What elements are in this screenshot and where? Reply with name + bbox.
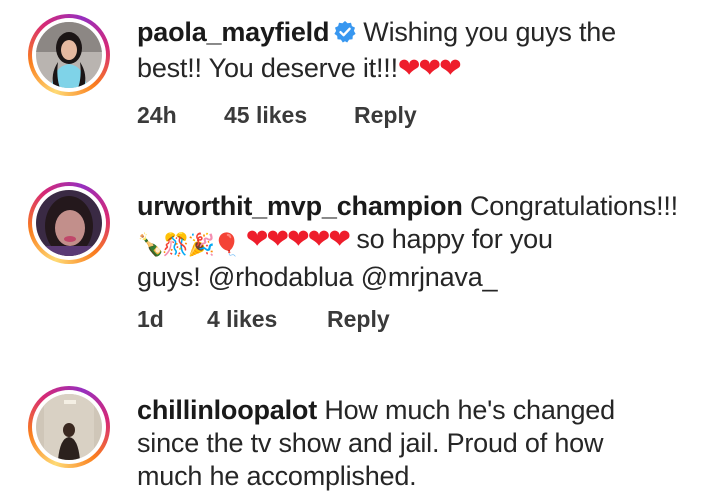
comment-text: Congratulations!!!: [469, 191, 678, 221]
comment-text: since the tv show and jail. Proud of how: [137, 428, 604, 458]
comment-body: urworthit_mvp_champion Congratulations!!…: [137, 190, 697, 294]
hearts-emoji: ❤❤❤❤❤: [245, 224, 351, 254]
comment-username[interactable]: paola_mayfield: [137, 17, 329, 47]
comment-text: guys!: [137, 262, 201, 292]
mention-link[interactable]: @rhodablua: [208, 262, 354, 292]
comment-text: How much he's changed: [324, 395, 615, 425]
comment-text: so happy for you: [356, 224, 553, 254]
comment-likes[interactable]: 4 likes: [207, 306, 277, 333]
comment-username[interactable]: urworthit_mvp_champion: [137, 191, 463, 221]
avatar-photo: [36, 394, 102, 460]
hearts-emoji: ❤❤❤: [397, 53, 462, 83]
comment-body: chillinloopalot How much he's changed si…: [137, 394, 697, 493]
comment-body: paola_mayfield Wishing you guys the best!…: [137, 16, 697, 85]
mention-link[interactable]: @mrjnava_: [361, 262, 498, 292]
avatar[interactable]: [28, 182, 110, 264]
avatar-photo: [36, 22, 102, 88]
avatar[interactable]: [28, 14, 110, 96]
avatar-photo: [36, 190, 102, 256]
comment-text: Wishing you guys the: [363, 17, 616, 47]
comment-likes[interactable]: 45 likes: [224, 102, 307, 129]
comment-time: 24h: [137, 102, 177, 128]
avatar[interactable]: [28, 386, 110, 468]
verified-badge-icon: [333, 19, 357, 52]
reply-button[interactable]: Reply: [327, 306, 390, 333]
reply-button[interactable]: Reply: [354, 102, 417, 129]
comment-username[interactable]: chillinloopalot: [137, 395, 317, 425]
celebration-emoji-group: 🍾🎊🎉🎈: [137, 232, 241, 257]
comment-time: 1d: [137, 306, 164, 332]
comment-text: much he accomplished.: [137, 461, 417, 491]
comment-text: best!! You deserve it!!!: [137, 53, 398, 83]
